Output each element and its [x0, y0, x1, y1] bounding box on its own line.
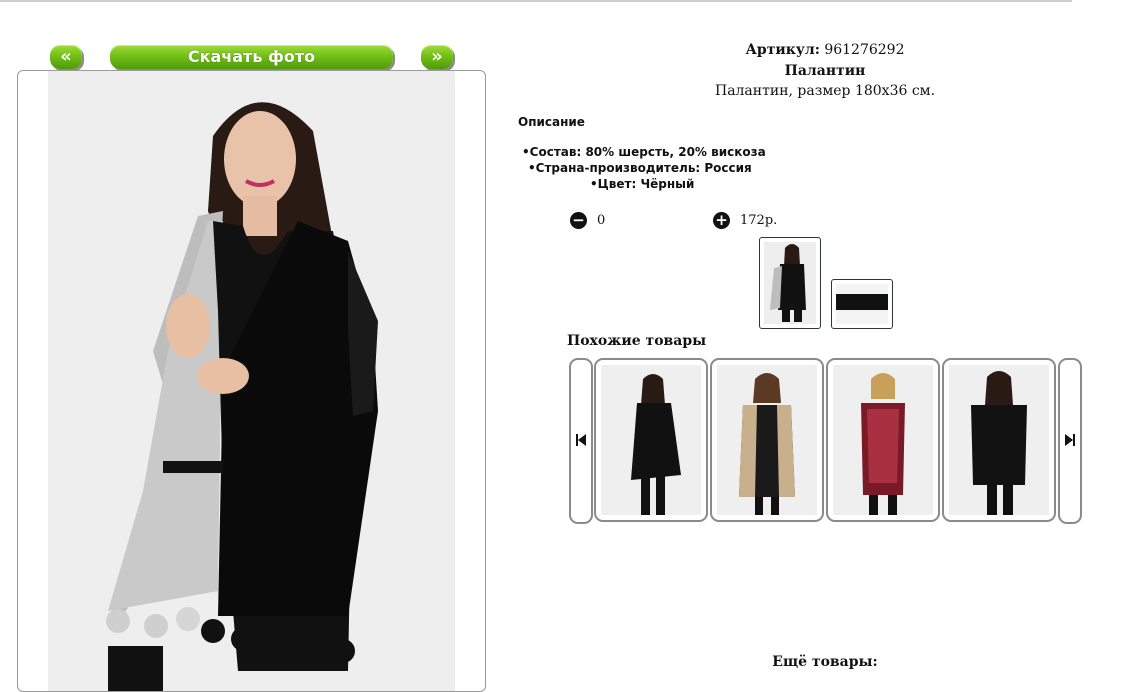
product-subtitle: Палантин, размер 180x36 см. [714, 83, 936, 99]
similar-product-image [949, 365, 1049, 515]
product-title: Палантин [784, 63, 866, 79]
feature-item: Страна-производитель: Россия [528, 161, 752, 175]
similar-product-card[interactable] [942, 358, 1056, 522]
prev-photo-button[interactable]: « [50, 45, 82, 69]
similar-product-image [717, 365, 817, 515]
article-label: Артикул: [745, 42, 820, 58]
thumbnail-model-image [764, 242, 816, 324]
photo-thumbnail[interactable] [831, 279, 893, 329]
main-product-photo[interactable] [48, 71, 455, 691]
article-value: 961276292 [824, 42, 905, 58]
more-products-heading: Ещё товары: [772, 654, 878, 670]
thumbnail-scarf-image [836, 284, 888, 324]
skip-forward-icon [1065, 434, 1075, 446]
next-photo-button[interactable]: » [421, 45, 453, 69]
main-photo-frame [17, 70, 486, 692]
feature-item: Цвет: Чёрный [590, 177, 695, 191]
article-line: Артикул: 961276292 [520, 42, 1130, 58]
minus-circle-icon[interactable]: − [570, 212, 587, 229]
plus-circle-icon[interactable]: + [713, 212, 730, 229]
description-heading: Описание [518, 115, 585, 129]
similar-products-heading: Похожие товары [567, 333, 707, 349]
similar-product-image [601, 365, 701, 515]
price-value: 172р. [740, 213, 778, 228]
similar-product-image [833, 365, 933, 515]
photo-thumbnail[interactable] [759, 237, 821, 329]
carousel-prev-button[interactable] [569, 358, 593, 524]
quantity-value: 0 [597, 213, 606, 228]
model-wearing-stole-image [48, 71, 455, 691]
price-control: + 172р. [713, 212, 777, 229]
similar-product-card[interactable] [594, 358, 708, 522]
quantity-control: − 0 [570, 212, 605, 229]
feature-item: Состав: 80% шерсть, 20% вискоза [522, 145, 766, 159]
skip-back-icon [576, 434, 586, 446]
similar-product-card[interactable] [710, 358, 824, 522]
similar-product-card[interactable] [826, 358, 940, 522]
top-divider [0, 0, 1072, 2]
carousel-next-button[interactable] [1058, 358, 1082, 524]
download-photo-button[interactable]: Скачать фото [110, 45, 393, 69]
